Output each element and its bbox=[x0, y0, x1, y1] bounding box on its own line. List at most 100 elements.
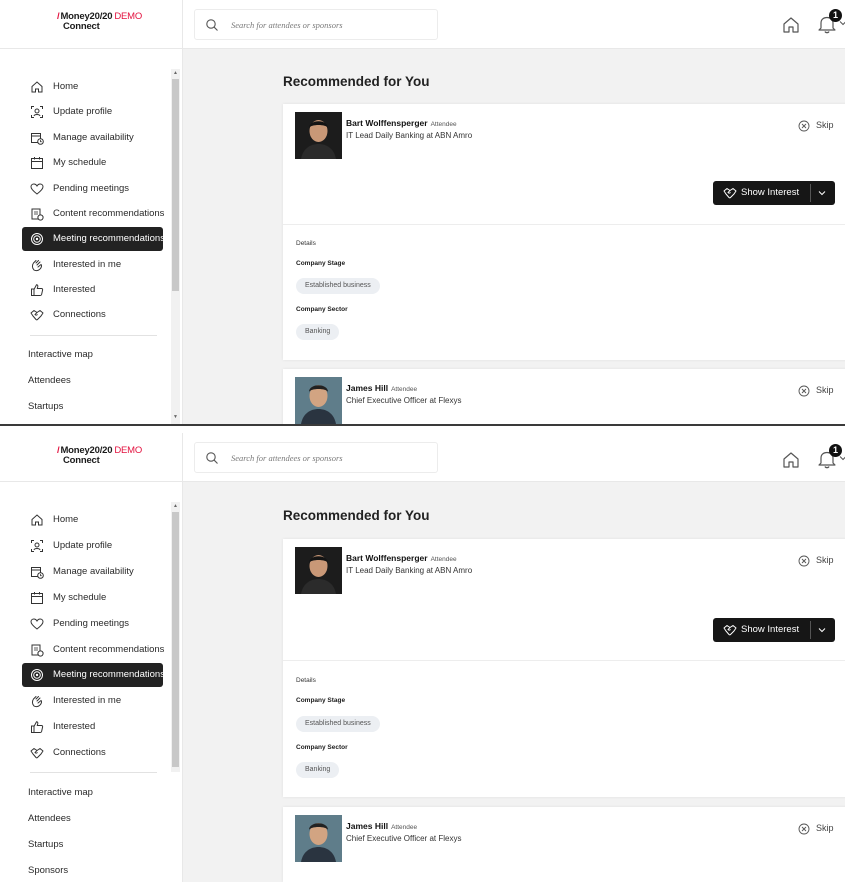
sidebar-item-label: Update profile bbox=[53, 106, 113, 117]
sidebar-item-interested[interactable]: Interested bbox=[22, 278, 163, 302]
sidebar-link-interactive-map[interactable]: Interactive map bbox=[28, 787, 93, 798]
chevron-down-icon[interactable] bbox=[817, 626, 827, 634]
sidebar-link-startups[interactable]: Startups bbox=[28, 401, 63, 412]
sidebar-item-manage-availability[interactable]: Manage availability bbox=[22, 126, 163, 150]
sidebar-item-update-profile[interactable]: Update profile bbox=[22, 534, 163, 558]
close-circle-icon bbox=[798, 555, 810, 567]
top-bar: /Money20/20DEMO Connect 1 bbox=[0, 0, 845, 49]
sidebar-item-content-recommendations[interactable]: Content recommendations bbox=[22, 202, 164, 226]
logo-demo: DEMO bbox=[114, 11, 143, 22]
sidebar-item-interested-in-me[interactable]: Interested in me bbox=[22, 253, 163, 277]
sidebar-item-label: Connections bbox=[53, 747, 106, 758]
sidebar-item-label: Home bbox=[53, 514, 79, 525]
sidebar-item-pending-meetings[interactable]: Pending meetings bbox=[22, 612, 163, 636]
home-icon[interactable] bbox=[780, 449, 802, 471]
sidebar-divider bbox=[30, 772, 157, 773]
sidebar-item-content-recommendations[interactable]: Content recommendations bbox=[22, 638, 165, 662]
show-interest-label: Show Interest bbox=[741, 624, 800, 635]
calendar-clock-icon bbox=[31, 133, 44, 145]
show-interest-button[interactable]: Show Interest bbox=[713, 181, 835, 205]
show-interest-button[interactable]: Show Interest bbox=[713, 618, 835, 642]
sidebar-scroll-thumb[interactable] bbox=[172, 79, 179, 291]
screenshot-top: /Money20/20DEMO Connect 1 Home Update pr… bbox=[0, 0, 845, 426]
scroll-up-icon[interactable]: ▲ bbox=[172, 70, 179, 77]
person-role: Attendee bbox=[430, 556, 457, 563]
waving-hand-icon bbox=[31, 696, 42, 708]
home-icon bbox=[31, 81, 43, 93]
home-icon[interactable] bbox=[780, 14, 802, 36]
sidebar-item-label: Manage availability bbox=[53, 566, 134, 577]
sidebar-item-connections[interactable]: Connections bbox=[22, 303, 163, 327]
waving-hand-icon bbox=[31, 260, 42, 272]
person-title: IT Lead Daily Banking at ABN Amro bbox=[346, 566, 473, 575]
search-box[interactable] bbox=[194, 442, 438, 473]
person-name[interactable]: James Hill Attendee bbox=[346, 821, 417, 831]
company-sector-label: Company Sector bbox=[296, 306, 348, 313]
sidebar-item-label: Interested bbox=[53, 721, 96, 732]
button-divider bbox=[810, 184, 811, 202]
heart-icon bbox=[30, 183, 44, 195]
scan-face-icon bbox=[31, 540, 43, 552]
sidebar-link-startups[interactable]: Startups bbox=[28, 839, 63, 850]
sidebar-item-update-profile[interactable]: Update profile bbox=[22, 100, 163, 124]
scan-face-icon bbox=[31, 106, 43, 118]
person-name-text: Bart Wolffensperger bbox=[346, 553, 428, 563]
sidebar-link-sponsors[interactable]: Sponsors bbox=[28, 865, 68, 876]
sidebar-item-label: Connections bbox=[53, 309, 106, 320]
sidebar-item-label: Manage availability bbox=[53, 132, 134, 143]
calendar-icon bbox=[31, 592, 43, 604]
button-divider bbox=[810, 621, 811, 639]
close-circle-icon bbox=[798, 385, 810, 397]
person-role: Attendee bbox=[391, 824, 418, 831]
search-input[interactable] bbox=[231, 16, 431, 34]
chevron-down-icon[interactable] bbox=[817, 189, 827, 197]
company-sector-label: Company Sector bbox=[296, 744, 348, 751]
chevron-down-icon[interactable] bbox=[839, 19, 845, 27]
avatar[interactable] bbox=[295, 112, 342, 159]
sidebar-item-manage-availability[interactable]: Manage availability bbox=[22, 560, 163, 584]
sidebar-item-meeting-recommendations[interactable]: Meeting recommendations bbox=[22, 227, 165, 251]
content-reco-icon bbox=[31, 208, 44, 221]
sidebar-link-attendees[interactable]: Attendees bbox=[28, 375, 71, 386]
person-name[interactable]: Bart Wolffensperger Attendee bbox=[346, 118, 457, 128]
sidebar-item-connections[interactable]: Connections bbox=[22, 741, 163, 765]
handshake-icon bbox=[723, 188, 737, 199]
avatar[interactable] bbox=[295, 547, 342, 594]
sidebar: Home Update profile Manage availability … bbox=[0, 482, 183, 882]
logo-demo: DEMO bbox=[114, 445, 143, 456]
sidebar-link-interactive-map[interactable]: Interactive map bbox=[28, 349, 93, 360]
handshake-icon bbox=[30, 310, 44, 321]
search-input[interactable] bbox=[231, 449, 431, 467]
sidebar-item-home[interactable]: Home bbox=[22, 508, 163, 532]
sidebar-item-label: Update profile bbox=[53, 540, 113, 551]
chevron-down-icon[interactable] bbox=[839, 454, 845, 462]
sidebar-item-meeting-recommendations[interactable]: Meeting recommendations bbox=[22, 663, 165, 687]
sidebar-item-pending-meetings[interactable]: Pending meetings bbox=[22, 177, 163, 201]
person-name-text: James Hill bbox=[346, 821, 389, 831]
sidebar-link-attendees[interactable]: Attendees bbox=[28, 813, 71, 824]
brand-logo[interactable]: /Money20/20 DEMO Connect bbox=[57, 12, 142, 32]
sidebar-item-my-schedule[interactable]: My schedule bbox=[22, 151, 163, 175]
person-title: IT Lead Daily Banking at ABN Amro bbox=[346, 131, 473, 140]
scroll-down-icon[interactable]: ▼ bbox=[172, 414, 179, 421]
sidebar-scroll-thumb[interactable] bbox=[172, 512, 179, 767]
sidebar-item-home[interactable]: Home bbox=[22, 75, 163, 99]
logo-area: /Money20/20 DEMO Connect bbox=[0, 0, 183, 49]
thumbs-up-icon bbox=[31, 284, 44, 296]
search-icon bbox=[206, 19, 218, 31]
sidebar-item-interested[interactable]: Interested bbox=[22, 715, 163, 739]
sidebar-item-interested-in-me[interactable]: Interested in me bbox=[22, 689, 163, 713]
person-name-text: Bart Wolffensperger bbox=[346, 118, 428, 128]
person-name[interactable]: James Hill Attendee bbox=[346, 383, 417, 393]
avatar[interactable] bbox=[295, 815, 342, 862]
brand-logo[interactable]: /Money20/20 DEMO Connect bbox=[57, 446, 142, 466]
target-icon bbox=[31, 233, 43, 245]
home-icon bbox=[31, 514, 43, 526]
sidebar-item-my-schedule[interactable]: My schedule bbox=[22, 586, 163, 610]
scroll-up-icon[interactable]: ▲ bbox=[172, 503, 179, 510]
avatar[interactable] bbox=[295, 377, 342, 424]
search-box[interactable] bbox=[194, 9, 438, 40]
person-title: Chief Executive Officer at Flexys bbox=[346, 834, 462, 843]
sidebar-item-label: Content recommendations bbox=[53, 644, 165, 655]
person-name[interactable]: Bart Wolffensperger Attendee bbox=[346, 553, 457, 563]
